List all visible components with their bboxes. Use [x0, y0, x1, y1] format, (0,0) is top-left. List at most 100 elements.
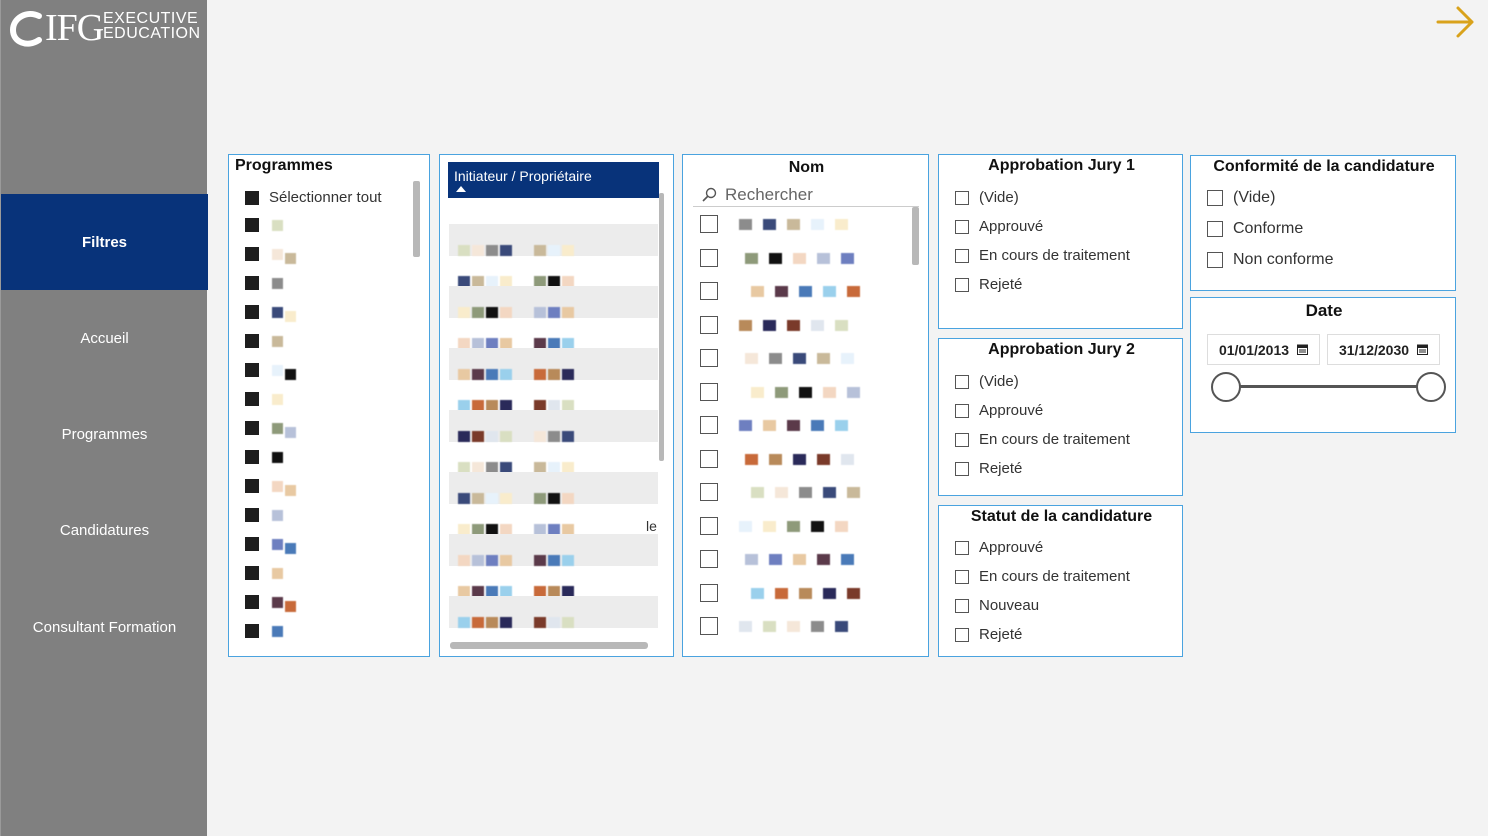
checkbox[interactable] — [955, 374, 969, 389]
programme-option[interactable] — [245, 566, 269, 580]
checkbox[interactable] — [955, 569, 969, 584]
nom-checkbox[interactable] — [700, 282, 718, 300]
programme-option[interactable] — [245, 305, 269, 319]
redacted-block — [835, 319, 848, 331]
nav-item-consultant-formation[interactable]: Consultant Formation — [1, 579, 208, 675]
jury1-option-approuve[interactable]: Approuvé — [955, 218, 1043, 235]
nav-item-programmes[interactable]: Programmes — [1, 386, 208, 482]
conformite-option-non-conforme[interactable]: Non conforme — [1207, 251, 1334, 269]
checkbox[interactable] — [245, 247, 259, 261]
nav-label: Programmes — [61, 425, 148, 443]
checkbox[interactable] — [1207, 221, 1223, 237]
jury2-option-rejete[interactable]: Rejeté — [955, 460, 1022, 477]
jury2-option-vide[interactable]: (Vide) — [955, 373, 1019, 390]
checkbox[interactable] — [955, 403, 969, 418]
nav-item-candidatures[interactable]: Candidatures — [1, 482, 208, 578]
arrow-right-icon[interactable] — [1436, 4, 1476, 40]
programme-option[interactable] — [245, 624, 269, 638]
checkbox[interactable] — [955, 190, 969, 205]
programme-option[interactable] — [245, 421, 269, 435]
nav-item-accueil[interactable]: Accueil — [1, 290, 208, 386]
programme-option[interactable] — [245, 218, 269, 232]
checkbox[interactable] — [245, 479, 259, 493]
programme-option[interactable] — [245, 537, 269, 551]
calendar-icon[interactable] — [1297, 344, 1309, 355]
checkbox[interactable] — [245, 190, 259, 205]
checkbox[interactable] — [955, 432, 969, 447]
checkbox[interactable] — [245, 363, 259, 377]
checkbox[interactable] — [245, 450, 259, 464]
checkbox[interactable] — [245, 276, 259, 290]
calendar-icon[interactable] — [1417, 344, 1429, 355]
checkbox[interactable] — [955, 219, 969, 234]
search-input[interactable]: Rechercher — [725, 185, 813, 205]
checkbox[interactable] — [1207, 252, 1223, 268]
nav-item-filtres[interactable]: Filtres — [1, 194, 208, 290]
checkbox[interactable] — [955, 277, 969, 292]
nom-checkbox[interactable] — [700, 550, 718, 568]
nom-checkbox[interactable] — [700, 215, 718, 233]
checkbox[interactable] — [245, 566, 259, 580]
jury1-option-en-cours[interactable]: En cours de traitement — [955, 247, 1130, 264]
nom-checkbox[interactable] — [700, 516, 718, 535]
redacted-block — [787, 621, 800, 632]
initiateur-header[interactable]: Initiateur / Propriétaire — [448, 162, 659, 198]
statut-option-rejete[interactable]: Rejeté — [955, 626, 1022, 643]
nom-checkbox[interactable] — [700, 416, 718, 434]
programme-option[interactable] — [245, 247, 269, 261]
programme-option[interactable] — [245, 363, 269, 377]
nom-checkbox[interactable] — [700, 483, 718, 501]
checkbox[interactable] — [955, 461, 969, 476]
checkbox[interactable] — [245, 392, 259, 406]
conformite-option-conforme[interactable]: Conforme — [1207, 220, 1303, 238]
nom-checkbox[interactable] — [700, 349, 718, 367]
date-range-start-handle[interactable] — [1211, 372, 1241, 402]
jury1-option-vide[interactable]: (Vide) — [955, 189, 1019, 206]
redacted-block — [799, 587, 812, 599]
initiateur-hscrollbar[interactable] — [450, 642, 648, 649]
checkbox[interactable] — [955, 540, 969, 555]
checkbox[interactable] — [245, 508, 259, 522]
programme-option[interactable] — [245, 479, 269, 493]
nom-checkbox[interactable] — [700, 382, 718, 401]
option-label: Sélectionner tout — [269, 189, 382, 206]
checkbox[interactable] — [955, 598, 969, 613]
redacted-block — [817, 453, 830, 465]
checkbox[interactable] — [245, 421, 259, 435]
checkbox[interactable] — [955, 627, 969, 642]
nom-checkbox[interactable] — [700, 248, 718, 267]
programme-option[interactable] — [245, 392, 269, 406]
date-end-input[interactable]: 31/12/2030 — [1327, 334, 1440, 365]
jury1-option-rejete[interactable]: Rejeté — [955, 276, 1022, 293]
nom-checkbox[interactable] — [700, 583, 718, 602]
programme-option[interactable] — [245, 334, 269, 348]
conformite-option-vide[interactable]: (Vide) — [1207, 189, 1275, 207]
checkbox[interactable] — [245, 305, 259, 319]
programmes-scrollbar[interactable] — [413, 181, 420, 257]
checkbox[interactable] — [1207, 190, 1223, 206]
nom-checkbox[interactable] — [700, 315, 718, 334]
checkbox[interactable] — [245, 334, 259, 348]
checkbox[interactable] — [245, 537, 259, 551]
initiateur-vscrollbar[interactable] — [659, 193, 664, 461]
date-range-end-handle[interactable] — [1416, 372, 1446, 402]
programme-option[interactable] — [245, 450, 269, 464]
checkbox[interactable] — [245, 218, 259, 232]
checkbox[interactable] — [245, 595, 259, 609]
checkbox[interactable] — [245, 624, 259, 638]
jury2-option-approuve[interactable]: Approuvé — [955, 402, 1043, 419]
programme-option[interactable] — [245, 276, 269, 290]
statut-option-en-cours[interactable]: En cours de traitement — [955, 568, 1130, 585]
nom-scrollbar[interactable] — [912, 207, 919, 265]
option-label: En cours de traitement — [979, 431, 1130, 448]
date-start-input[interactable]: 01/01/2013 — [1207, 334, 1320, 365]
programme-option[interactable] — [245, 508, 269, 522]
statut-option-approuve[interactable]: Approuvé — [955, 539, 1043, 556]
nom-checkbox[interactable] — [700, 449, 718, 468]
jury2-option-en-cours[interactable]: En cours de traitement — [955, 431, 1130, 448]
programme-option[interactable] — [245, 595, 269, 609]
select-all-option[interactable]: Sélectionner tout — [245, 189, 382, 206]
statut-option-nouveau[interactable]: Nouveau — [955, 597, 1039, 614]
checkbox[interactable] — [955, 248, 969, 263]
nom-checkbox[interactable] — [700, 617, 718, 635]
